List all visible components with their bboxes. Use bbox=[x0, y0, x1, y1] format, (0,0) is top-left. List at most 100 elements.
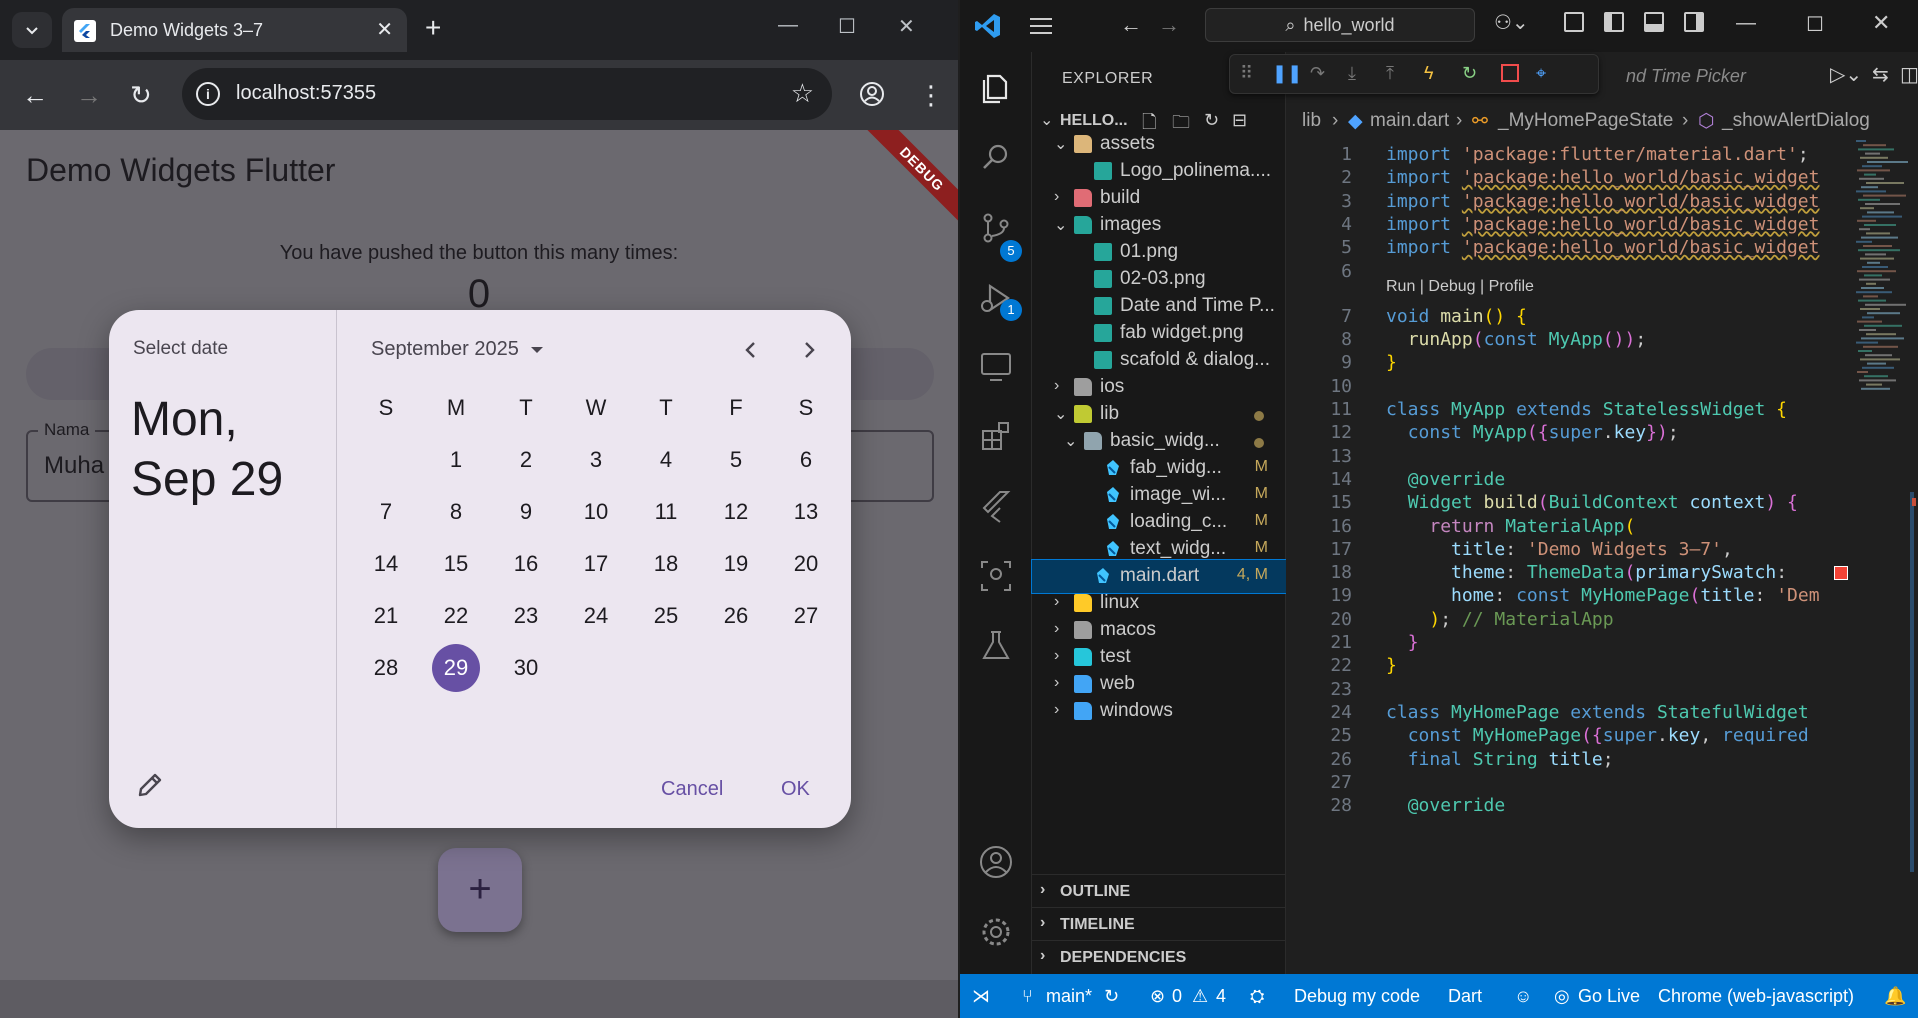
split-editor-icon[interactable]: ◫ bbox=[1900, 62, 1918, 87]
day-16[interactable]: 16 bbox=[491, 538, 561, 590]
new-tab-icon[interactable]: + bbox=[425, 14, 441, 42]
day-4[interactable]: 4 bbox=[631, 434, 701, 486]
accounts-icon[interactable] bbox=[978, 844, 1014, 880]
breadcrumb-file[interactable]: main.dart bbox=[1370, 110, 1449, 132]
close-window-icon[interactable]: ✕ bbox=[898, 14, 915, 39]
day-7[interactable]: 7 bbox=[351, 486, 421, 538]
go-live-button[interactable]: Go Live bbox=[1578, 986, 1640, 1007]
error-count[interactable]: 0 bbox=[1172, 986, 1182, 1007]
menu-kebab-icon[interactable]: ⋮ bbox=[918, 80, 944, 110]
branch-name[interactable]: main* bbox=[1046, 986, 1092, 1007]
cancel-button[interactable]: Cancel bbox=[661, 778, 723, 801]
day-22[interactable]: 22 bbox=[421, 590, 491, 642]
pause-icon[interactable]: ❚❚ bbox=[1272, 63, 1302, 87]
editor-tab-label[interactable]: nd Time Picker bbox=[1626, 66, 1746, 87]
layout-icon[interactable] bbox=[1564, 12, 1584, 32]
day-28[interactable]: 28 bbox=[351, 642, 421, 694]
timeline-section[interactable]: › TIMELINE bbox=[1032, 907, 1286, 940]
remote-indicator-icon[interactable]: ⋊ bbox=[972, 986, 990, 1007]
nav-forward-icon[interactable]: → bbox=[1158, 12, 1180, 38]
minimize-icon[interactable]: — bbox=[1736, 12, 1756, 35]
color-swatch[interactable] bbox=[1834, 566, 1848, 581]
debug-config[interactable]: Debug my code bbox=[1294, 986, 1420, 1007]
scrollbar[interactable] bbox=[1910, 492, 1914, 872]
close-window-icon[interactable]: ✕ bbox=[1872, 10, 1890, 36]
code-lens-text[interactable]: Run | Debug | Profile bbox=[1386, 278, 1534, 296]
month-year-selector[interactable]: September 2025 bbox=[371, 338, 544, 361]
day-27[interactable]: 27 bbox=[771, 590, 841, 642]
inspect-widget-icon[interactable]: ⌖ bbox=[1536, 63, 1560, 87]
minimap[interactable] bbox=[1852, 136, 1908, 406]
warning-count[interactable]: 4 bbox=[1216, 986, 1226, 1007]
maximize-icon[interactable]: ☐ bbox=[1806, 12, 1824, 37]
day-13[interactable]: 13 bbox=[771, 486, 841, 538]
notifications-icon[interactable]: 🔔 bbox=[1884, 986, 1906, 1007]
tree-item[interactable]: › windows bbox=[1032, 695, 1286, 728]
run-icon[interactable]: ▷⌄ bbox=[1830, 62, 1862, 87]
toggle-sidebar-icon[interactable] bbox=[1604, 12, 1624, 32]
bookmark-star-icon[interactable]: ☆ bbox=[791, 78, 814, 109]
profile-icon[interactable] bbox=[858, 80, 886, 108]
toggle-panel-icon[interactable] bbox=[1644, 12, 1664, 32]
settings-gear-icon[interactable] bbox=[978, 914, 1014, 950]
forward-icon[interactable]: → bbox=[76, 80, 102, 110]
stop-icon[interactable] bbox=[1500, 63, 1524, 87]
flutter-icon[interactable] bbox=[978, 488, 1014, 524]
dependencies-section[interactable]: › DEPENDENCIES bbox=[1032, 940, 1286, 973]
day-30[interactable]: 30 bbox=[491, 642, 561, 694]
hot-reload-icon[interactable]: ϟ bbox=[1424, 63, 1448, 87]
drag-handle-icon[interactable]: ⠿ bbox=[1240, 63, 1264, 87]
minimize-icon[interactable]: — bbox=[778, 14, 798, 37]
step-out-icon[interactable]: ⤒ bbox=[1386, 63, 1410, 87]
day-25[interactable]: 25 bbox=[631, 590, 701, 642]
day-9[interactable]: 9 bbox=[491, 486, 561, 538]
day-26[interactable]: 26 bbox=[701, 590, 771, 642]
back-icon[interactable]: ← bbox=[22, 80, 48, 110]
day-29[interactable]: 29 bbox=[421, 642, 491, 694]
day-17[interactable]: 17 bbox=[561, 538, 631, 590]
day-20[interactable]: 20 bbox=[771, 538, 841, 590]
extensions-icon[interactable] bbox=[978, 418, 1014, 454]
device-selector[interactable]: Chrome (web-javascript) bbox=[1658, 986, 1854, 1007]
toggle-secondary-sidebar-icon[interactable] bbox=[1684, 12, 1704, 32]
edit-pencil-icon[interactable] bbox=[135, 770, 165, 800]
day-1[interactable]: 1 bbox=[421, 434, 491, 486]
day-23[interactable]: 23 bbox=[491, 590, 561, 642]
copilot-status-icon[interactable]: ☺ bbox=[1514, 986, 1532, 1007]
site-info-icon[interactable]: i bbox=[196, 82, 220, 106]
step-over-icon[interactable]: ↷ bbox=[1310, 63, 1334, 87]
day-8[interactable]: 8 bbox=[421, 486, 491, 538]
command-center[interactable]: ⌕ hello_world bbox=[1205, 8, 1475, 42]
maximize-icon[interactable]: ☐ bbox=[838, 14, 856, 39]
reload-icon[interactable]: ↻ bbox=[130, 80, 152, 110]
scan-icon[interactable] bbox=[978, 558, 1014, 594]
day-10[interactable]: 10 bbox=[561, 486, 631, 538]
day-19[interactable]: 19 bbox=[701, 538, 771, 590]
tab-search-button[interactable] bbox=[12, 12, 52, 48]
day-24[interactable]: 24 bbox=[561, 590, 631, 642]
previous-month-icon[interactable] bbox=[737, 336, 765, 364]
day-6[interactable]: 6 bbox=[771, 434, 841, 486]
day-14[interactable]: 14 bbox=[351, 538, 421, 590]
language-mode[interactable]: Dart bbox=[1448, 986, 1482, 1007]
day-12[interactable]: 12 bbox=[701, 486, 771, 538]
fab-add-button[interactable]: + bbox=[438, 848, 522, 932]
open-changes-icon[interactable]: ⇆ bbox=[1872, 62, 1889, 87]
breadcrumb-class[interactable]: _MyHomePageState bbox=[1498, 110, 1673, 132]
day-15[interactable]: 15 bbox=[421, 538, 491, 590]
browser-tab[interactable]: Demo Widgets 3–7 ✕ bbox=[62, 8, 407, 52]
copilot-icon[interactable]: ⚇⌄ bbox=[1494, 10, 1529, 35]
sync-icon[interactable]: ↻ bbox=[1104, 986, 1119, 1007]
search-icon[interactable] bbox=[978, 140, 1014, 176]
hamburger-menu-icon[interactable] bbox=[1028, 16, 1054, 36]
day-3[interactable]: 3 bbox=[561, 434, 631, 486]
nav-back-icon[interactable]: ← bbox=[1120, 12, 1142, 38]
code-lens[interactable]: Run | Debug | Profile bbox=[1286, 278, 1846, 306]
day-11[interactable]: 11 bbox=[631, 486, 701, 538]
restart-icon[interactable]: ↻ bbox=[1462, 63, 1486, 87]
address-bar[interactable]: i localhost:57355 ☆ bbox=[182, 68, 832, 120]
day-2[interactable]: 2 bbox=[491, 434, 561, 486]
ok-button[interactable]: OK bbox=[781, 778, 810, 801]
outline-section[interactable]: › OUTLINE bbox=[1032, 874, 1286, 907]
testing-icon[interactable] bbox=[978, 628, 1014, 664]
